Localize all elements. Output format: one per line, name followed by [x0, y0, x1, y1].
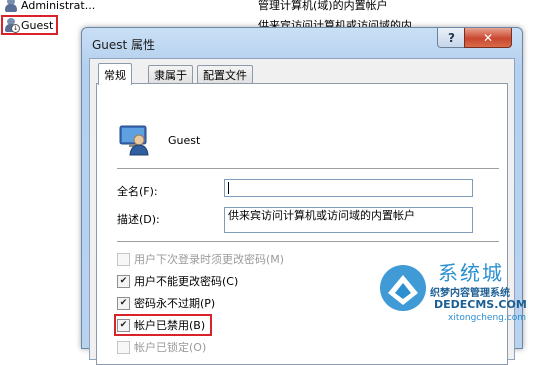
description-label: 描述(D):: [117, 213, 160, 226]
watermark-cms-text: 织梦内容管理系统: [430, 288, 510, 299]
dialog-title: Guest 属性: [92, 38, 156, 52]
list-item[interactable]: Administrat...: [4, 0, 95, 14]
tab-general[interactable]: 常规: [98, 63, 132, 85]
list-item-guest[interactable]: ↓ Guest: [0, 15, 59, 35]
tab-profile[interactable]: 配置文件: [197, 65, 253, 84]
description-field[interactable]: 供来宾访问计算机或访问域的内置帐户: [224, 207, 473, 233]
help-button[interactable]: ?: [437, 28, 466, 48]
list-item-name: Administrat...: [21, 0, 96, 12]
option-password-never-expires[interactable]: ✔ 密码永不过期(P): [117, 295, 215, 311]
watermark-url: DEDECMS.COM: [434, 298, 527, 311]
checkbox[interactable]: [117, 252, 130, 266]
list-item-name: Guest: [21, 18, 54, 32]
checkbox-checked[interactable]: ✔: [117, 296, 130, 310]
watermark-subtext: xitongcheng.com: [448, 313, 526, 323]
option-must-change-password[interactable]: 用户下次登录时须更改密码(M): [117, 251, 284, 267]
fullname-label: 全名(F):: [117, 185, 158, 198]
checkbox-checked[interactable]: ✔: [117, 318, 130, 332]
close-button[interactable]: ✕: [464, 28, 512, 48]
watermark: 系统城 织梦内容管理系统 DEDECMS.COM xitongcheng.com: [378, 257, 548, 327]
user-icon: [4, 0, 18, 12]
divider: [117, 168, 499, 170]
list-item-desc: 管理计算机(域)的内置帐户: [258, 0, 388, 12]
disabled-user-icon: ↓: [4, 18, 20, 33]
fullname-field[interactable]: [224, 179, 473, 197]
watermark-brand: 系统城: [438, 261, 504, 285]
watermark-logo-icon: [380, 265, 426, 311]
tab-member-of[interactable]: 隶属于: [148, 65, 193, 84]
option-account-locked[interactable]: 帐户已锁定(O): [117, 339, 206, 355]
divider: [117, 241, 499, 243]
user-account-icon: [119, 125, 149, 156]
user-name-label: Guest: [168, 134, 201, 147]
checkbox[interactable]: [117, 340, 130, 354]
checkbox-checked[interactable]: ✔: [117, 274, 130, 288]
text-caret: [228, 182, 229, 194]
option-account-disabled[interactable]: ✔ 帐户已禁用(B): [113, 314, 213, 336]
option-cannot-change-password[interactable]: ✔ 用户不能更改密码(C): [117, 273, 238, 289]
